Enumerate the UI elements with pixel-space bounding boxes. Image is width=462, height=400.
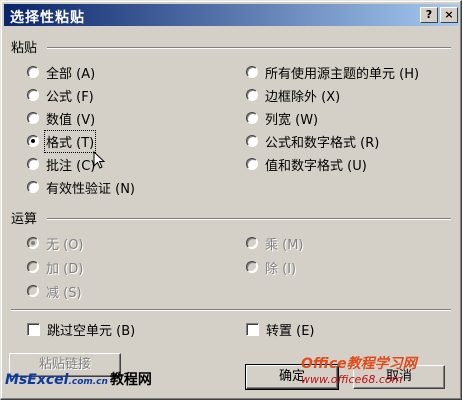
operation-add-label: 加 (D) (46, 261, 84, 277)
skip-blanks-label: 跳过空单元 (B) (47, 323, 136, 339)
paste-comments-radio[interactable] (27, 158, 39, 170)
operation-add-option[interactable]: 加 (D) (27, 257, 83, 277)
transpose-checkbox[interactable] (246, 322, 259, 336)
operation-divide-radio[interactable] (246, 261, 258, 273)
close-button[interactable]: × (440, 7, 458, 23)
paste-values-label: 数值 (V) (46, 112, 96, 128)
paste-formulas-number-formats-label: 公式和数字格式 (R) (265, 135, 380, 151)
msexcel-watermark: MsExcel.com.cn 教程网 (5, 369, 152, 389)
paste-values-number-formats-radio[interactable] (246, 158, 258, 170)
paste-all-option[interactable]: 全部 (A) (27, 62, 95, 82)
operation-group-label: 运算 (11, 212, 38, 227)
bottom-separator (11, 309, 451, 311)
operation-add-radio[interactable] (27, 261, 39, 273)
paste-column-widths-radio[interactable] (246, 112, 258, 124)
office68-watermark: Office教程学习网 www.office68.com (301, 357, 417, 387)
paste-validation-option[interactable]: 有效性验证 (N) (27, 177, 135, 197)
operation-subtract-option[interactable]: 减 (S) (27, 281, 82, 301)
paste-validation-label: 有效性验证 (N) (46, 181, 136, 197)
paste-source-theme-label: 所有使用源主题的单元 (H) (265, 66, 420, 82)
msexcel-watermark-domain: .com.cn (68, 377, 108, 387)
paste-all-radio[interactable] (27, 66, 39, 78)
office68-watermark-url: www.office68.com (301, 373, 403, 386)
paste-formulas-number-formats-option[interactable]: 公式和数字格式 (R) (246, 131, 379, 151)
paste-values-option[interactable]: 数值 (V) (27, 108, 95, 128)
dialog-title: 选择性粘贴 (10, 10, 85, 26)
paste-formats-option[interactable]: 格式 (T) (27, 129, 97, 153)
paste-formulas-radio[interactable] (27, 89, 39, 101)
skip-blanks-option[interactable]: 跳过空单元 (B) (27, 319, 135, 339)
paste-formulas-number-formats-radio[interactable] (246, 135, 258, 147)
help-button[interactable]: ? (420, 7, 438, 23)
paste-comments-option[interactable]: 批注 (C) (27, 154, 95, 174)
operation-subtract-radio[interactable] (27, 285, 39, 297)
paste-values-number-formats-option[interactable]: 值和数字格式 (U) (246, 154, 367, 174)
paste-source-theme-radio[interactable] (246, 66, 258, 78)
operation-none-label: 无 (O) (46, 237, 84, 253)
paste-formats-label: 格式 (T) (43, 129, 97, 153)
paste-formats-radio[interactable] (27, 135, 39, 147)
msexcel-watermark-brand: MsExcel (5, 372, 69, 388)
paste-no-borders-radio[interactable] (246, 89, 258, 101)
operation-multiply-option[interactable]: 乘 (M) (246, 233, 304, 253)
paste-validation-radio[interactable] (27, 181, 39, 193)
paste-column-widths-option[interactable]: 列宽 (W) (246, 108, 318, 128)
paste-group-label: 粘贴 (11, 41, 38, 56)
mouse-cursor-icon (93, 151, 106, 169)
paste-special-dialog: 选择性粘贴 ? × 粘贴 全部 (A) 公式 (F) 数值 (V) 格式 (T)… (0, 0, 462, 400)
paste-group-separator (47, 47, 451, 49)
operation-multiply-radio[interactable] (246, 237, 258, 249)
paste-no-borders-label: 边框除外 (X) (265, 89, 341, 105)
operation-divide-label: 除 (I) (265, 261, 297, 277)
operation-multiply-label: 乘 (M) (265, 237, 304, 253)
operation-group-separator (47, 218, 451, 220)
operation-divide-option[interactable]: 除 (I) (246, 257, 296, 277)
paste-comments-label: 批注 (C) (46, 158, 96, 174)
office68-watermark-title: Office教程学习网 (301, 356, 417, 372)
operation-none-radio[interactable] (27, 237, 39, 249)
transpose-label: 转置 (E) (266, 323, 315, 339)
paste-values-radio[interactable] (27, 112, 39, 124)
paste-values-number-formats-label: 值和数字格式 (U) (265, 158, 367, 174)
transpose-option[interactable]: 转置 (E) (246, 319, 315, 339)
paste-all-label: 全部 (A) (46, 66, 96, 82)
paste-source-theme-option[interactable]: 所有使用源主题的单元 (H) (246, 62, 419, 82)
skip-blanks-checkbox[interactable] (27, 322, 40, 336)
paste-formulas-label: 公式 (F) (46, 89, 94, 105)
paste-formulas-option[interactable]: 公式 (F) (27, 85, 94, 105)
msexcel-watermark-text: 教程网 (109, 372, 152, 388)
paste-column-widths-label: 列宽 (W) (265, 112, 319, 128)
title-bar: 选择性粘贴 ? × (4, 4, 459, 26)
operation-none-option[interactable]: 无 (O) (27, 233, 84, 253)
paste-no-borders-option[interactable]: 边框除外 (X) (246, 85, 340, 105)
operation-subtract-label: 减 (S) (46, 285, 82, 301)
